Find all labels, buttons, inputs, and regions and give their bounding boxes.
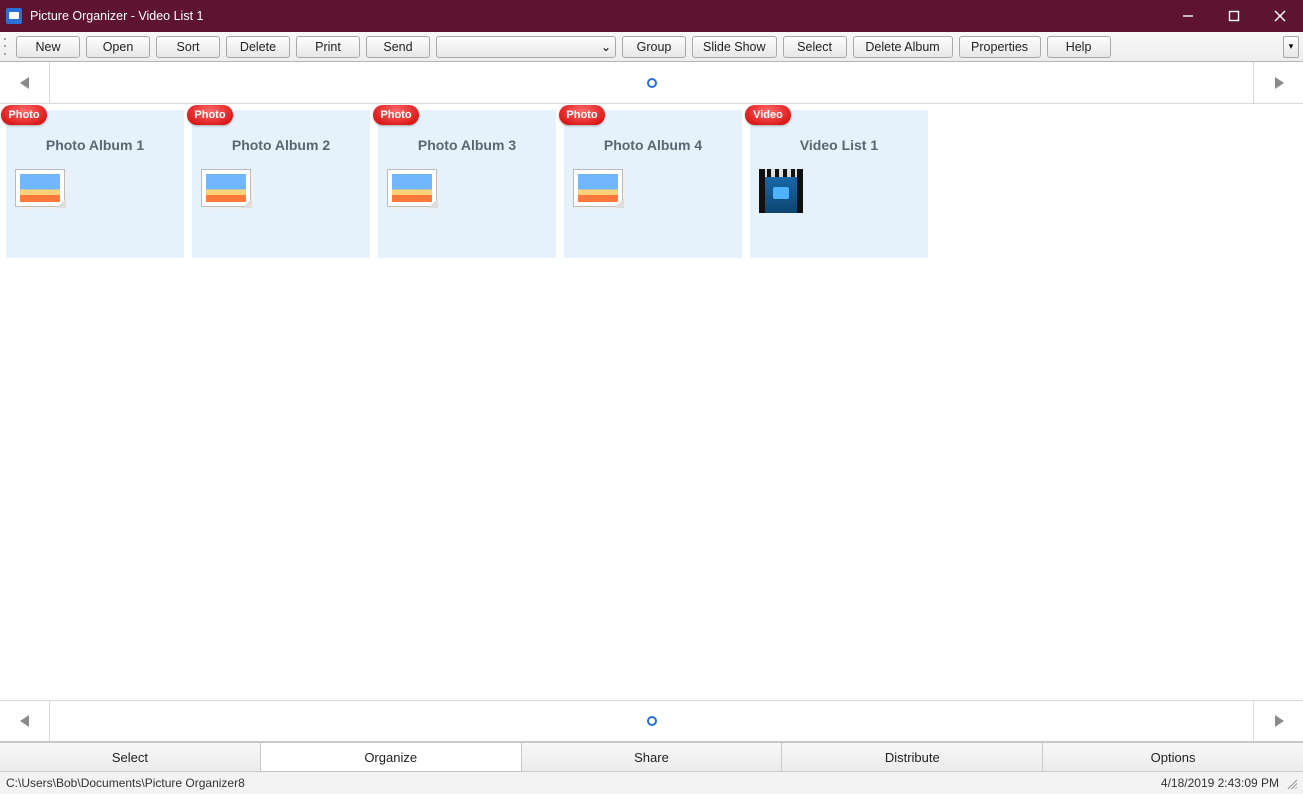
album-title: Video List 1 (751, 137, 927, 153)
group-button[interactable]: Group (622, 36, 686, 58)
album-badge: Photo (187, 105, 233, 125)
app-icon (6, 8, 22, 24)
print-button[interactable]: Print (296, 36, 360, 58)
titlebar: Picture Organizer - Video List 1 (0, 0, 1303, 32)
nav-track-top[interactable] (50, 62, 1253, 103)
toolbar: New Open Sort Delete Print Send ⌄ Group … (0, 32, 1303, 62)
album-title: Photo Album 2 (193, 137, 369, 153)
chevron-down-icon: ⌄ (601, 40, 611, 54)
select-button[interactable]: Select (783, 36, 847, 58)
status-bar: C:\Users\Bob\Documents\Picture Organizer… (0, 772, 1303, 794)
status-datetime: 4/18/2019 2:43:09 PM (1161, 776, 1279, 790)
album-item[interactable]: Photo Photo Album 1 (6, 110, 184, 258)
album-item[interactable]: Video Video List 1 (750, 110, 928, 258)
tab-select[interactable]: Select (0, 743, 261, 771)
album-badge: Video (745, 105, 791, 125)
resize-grip[interactable] (1285, 777, 1297, 789)
video-thumbnail-icon (759, 169, 803, 213)
new-button[interactable]: New (16, 36, 80, 58)
nav-track-bottom[interactable] (50, 701, 1253, 741)
album-badge: Photo (559, 105, 605, 125)
nav-indicator-top[interactable] (647, 78, 657, 88)
tab-share[interactable]: Share (522, 743, 783, 771)
photo-thumbnail-icon (201, 169, 251, 207)
album-item[interactable]: Photo Photo Album 2 (192, 110, 370, 258)
album-title: Photo Album 1 (7, 137, 183, 153)
toolbar-overflow-button[interactable]: ▾ (1283, 36, 1299, 58)
bottom-tabs: Select Organize Share Distribute Options (0, 742, 1303, 772)
tab-distribute[interactable]: Distribute (782, 743, 1043, 771)
photo-thumbnail-icon (387, 169, 437, 207)
tab-organize[interactable]: Organize (261, 743, 522, 771)
nav-next-top[interactable] (1253, 62, 1303, 103)
toolbar-combo[interactable]: ⌄ (436, 36, 616, 58)
album-title: Photo Album 3 (379, 137, 555, 153)
album-badge: Photo (1, 105, 47, 125)
album-grid: Photo Photo Album 1 Photo Photo Album 2 … (0, 104, 1303, 700)
nav-indicator-bottom[interactable] (647, 716, 657, 726)
window-controls (1165, 0, 1303, 32)
window-title: Picture Organizer - Video List 1 (30, 9, 203, 23)
minimize-button[interactable] (1165, 0, 1211, 32)
help-button[interactable]: Help (1047, 36, 1111, 58)
delete-album-button[interactable]: Delete Album (853, 36, 953, 58)
maximize-button[interactable] (1211, 0, 1257, 32)
album-item[interactable]: Photo Photo Album 3 (378, 110, 556, 258)
nav-prev-top[interactable] (0, 62, 50, 103)
properties-button[interactable]: Properties (959, 36, 1041, 58)
photo-thumbnail-icon (15, 169, 65, 207)
open-button[interactable]: Open (86, 36, 150, 58)
close-button[interactable] (1257, 0, 1303, 32)
album-title: Photo Album 4 (565, 137, 741, 153)
delete-button[interactable]: Delete (226, 36, 290, 58)
album-item[interactable]: Photo Photo Album 4 (564, 110, 742, 258)
nav-strip-top (0, 62, 1303, 104)
slideshow-button[interactable]: Slide Show (692, 36, 777, 58)
status-path: C:\Users\Bob\Documents\Picture Organizer… (6, 776, 245, 790)
sort-button[interactable]: Sort (156, 36, 220, 58)
photo-thumbnail-icon (573, 169, 623, 207)
album-badge: Photo (373, 105, 419, 125)
nav-prev-bottom[interactable] (0, 701, 50, 741)
send-button[interactable]: Send (366, 36, 430, 58)
nav-next-bottom[interactable] (1253, 701, 1303, 741)
toolbar-grip[interactable] (4, 36, 10, 58)
tab-options[interactable]: Options (1043, 743, 1303, 771)
nav-strip-bottom (0, 700, 1303, 742)
